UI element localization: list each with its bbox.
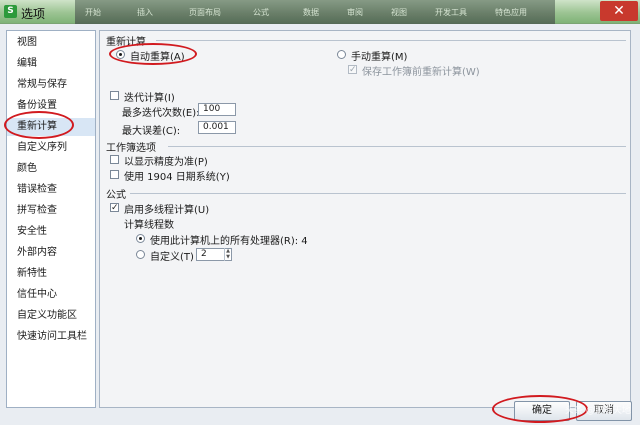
ribbon-tab: 数据 — [303, 8, 319, 17]
sidebar-item-security[interactable]: 安全性 — [7, 223, 95, 241]
auto-recalc-label[interactable]: 自动重算(A) — [130, 48, 185, 63]
max-iterations-input[interactable]: 100 — [198, 103, 236, 116]
precision-checkbox[interactable] — [110, 155, 119, 164]
ribbon-tab: 开始 — [85, 8, 101, 17]
threads-heading: 计算线程数 — [124, 220, 174, 231]
divider — [168, 146, 626, 147]
multithread-checkbox[interactable]: ✓ — [110, 203, 119, 213]
save-recalc-checkbox[interactable]: ✓ — [348, 65, 357, 75]
recalc-heading: 重新计算 — [106, 37, 146, 48]
multithread-label[interactable]: 启用多线程计算(U) — [124, 201, 209, 216]
sidebar-item-view[interactable]: 视图 — [7, 34, 95, 52]
auto-recalc-radio[interactable] — [116, 50, 125, 59]
title-bar: S 选项 开始 插入 页面布局 公式 数据 审阅 视图 开发工具 特色应用 ✕ — [0, 0, 640, 24]
watermark: 头条 @职场天地 — [565, 406, 631, 416]
sidebar-item-custom-lists[interactable]: 自定义序列 — [7, 139, 95, 157]
save-recalc-label: 保存工作簿前重新计算(W) — [362, 67, 480, 78]
date1904-checkbox[interactable] — [110, 170, 119, 179]
window-title: 选项 — [21, 7, 46, 21]
max-iterations-label: 最多迭代次数(E): — [122, 108, 200, 119]
sidebar-item-external-content[interactable]: 外部内容 — [7, 244, 95, 262]
sidebar-item-error-check[interactable]: 错误检查 — [7, 181, 95, 199]
sidebar-item-trust-center[interactable]: 信任中心 — [7, 286, 95, 304]
divider — [130, 193, 626, 194]
sidebar-item-new-features[interactable]: 新特性 — [7, 265, 95, 283]
ribbon-tab: 开发工具 — [435, 8, 467, 17]
recalc-settings-panel: 重新计算 自动重算(A) 手动重算(M) ✓ 保存工作簿前重新计算(W) 迭代计… — [99, 30, 631, 408]
max-change-input[interactable]: 0.001 — [198, 121, 236, 134]
precision-label[interactable]: 以显示精度为准(P) — [124, 153, 208, 168]
close-button[interactable]: ✕ — [600, 1, 638, 21]
sidebar-item-backup[interactable]: 备份设置 — [7, 97, 95, 115]
ribbon-tab: 插入 — [137, 8, 153, 17]
custom-threads-radio[interactable] — [136, 250, 145, 259]
ribbon-tab: 特色应用 — [495, 8, 527, 17]
sidebar-item-recalculation[interactable]: 重新计算 — [7, 118, 95, 136]
divider — [156, 40, 626, 41]
manual-recalc-label[interactable]: 手动重算(M) — [351, 48, 407, 63]
background-ribbon: 开始 插入 页面布局 公式 数据 审阅 视图 开发工具 特色应用 — [75, 0, 555, 24]
sidebar-item-color[interactable]: 颜色 — [7, 160, 95, 178]
max-change-label: 最大误差(C): — [122, 126, 181, 137]
ok-button[interactable]: 确定 — [514, 401, 570, 421]
thread-stepper-icon[interactable]: ▲ ▼ — [224, 248, 231, 261]
ribbon-tab: 视图 — [391, 8, 407, 17]
options-sidebar: 视图 编辑 常规与保存 备份设置 重新计算 自定义序列 颜色 错误检查 拼写检查… — [6, 30, 96, 408]
custom-threads-label[interactable]: 自定义(T) — [150, 248, 194, 263]
close-icon: ✕ — [613, 3, 625, 19]
app-logo-icon: S — [4, 5, 17, 18]
date1904-label[interactable]: 使用 1904 日期系统(Y) — [124, 168, 230, 183]
ribbon-tab: 页面布局 — [189, 8, 221, 17]
formula-heading: 公式 — [106, 190, 126, 201]
all-processors-label[interactable]: 使用此计算机上的所有处理器(R): 4 — [150, 232, 308, 247]
sidebar-item-edit[interactable]: 编辑 — [7, 55, 95, 73]
ribbon-tab: 审阅 — [347, 8, 363, 17]
iteration-label[interactable]: 迭代计算(I) — [124, 89, 175, 104]
manual-recalc-radio[interactable] — [337, 50, 346, 59]
ribbon-tab: 公式 — [253, 8, 269, 17]
all-processors-radio[interactable] — [136, 234, 145, 243]
sidebar-item-customize-ribbon[interactable]: 自定义功能区 — [7, 307, 95, 325]
sidebar-item-general-save[interactable]: 常规与保存 — [7, 76, 95, 94]
workbook-heading: 工作簿选项 — [106, 143, 156, 154]
iteration-checkbox[interactable] — [110, 91, 119, 100]
sidebar-item-spell-check[interactable]: 拼写检查 — [7, 202, 95, 220]
sidebar-item-quick-access-toolbar[interactable]: 快速访问工具栏 — [7, 328, 95, 346]
